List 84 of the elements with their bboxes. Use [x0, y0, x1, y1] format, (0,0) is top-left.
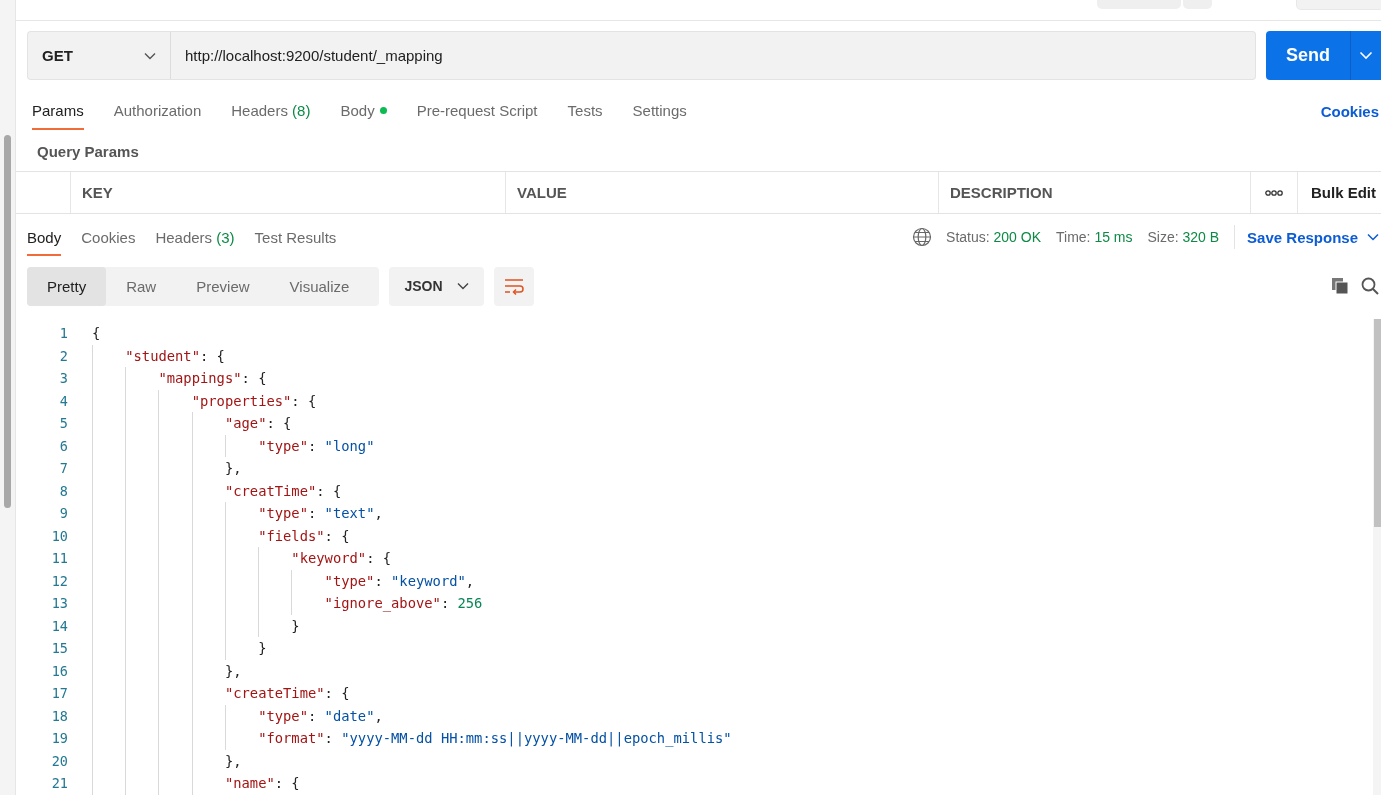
view-mode-tab[interactable]: Preview: [176, 266, 270, 306]
line-number: 5: [58, 415, 68, 432]
method-dropdown[interactable]: GET: [27, 31, 171, 80]
bulk-edit-button[interactable]: Bulk Edit: [1298, 184, 1376, 201]
code-line: "fields": {: [257, 527, 350, 544]
line-number: 7: [58, 460, 68, 477]
line-number: 18: [50, 707, 68, 724]
cookies-link[interactable]: Cookies: [1320, 102, 1379, 120]
response-tab[interactable]: Headers (3): [155, 218, 235, 256]
line-number: 8: [58, 482, 68, 499]
response-meta: Size: 320 B: [1147, 229, 1220, 245]
view-mode-tab[interactable]: Pretty: [27, 266, 107, 306]
caret-icon: [1359, 51, 1373, 60]
line-number: 12: [50, 572, 68, 589]
column-header: VALUE: [506, 172, 939, 213]
request-tab[interactable]: Settings: [632, 92, 687, 130]
request-tab[interactable]: Params: [32, 92, 84, 130]
line-number: 1: [58, 325, 68, 342]
request-tab[interactable]: Pre-request Script: [416, 92, 538, 130]
response-meta: Status: 200 OK: [946, 229, 1041, 245]
line-number: 3: [58, 370, 68, 387]
line-number: 17: [50, 685, 68, 702]
response-tab[interactable]: Body: [27, 218, 62, 256]
wrap-lines-button[interactable]: [494, 266, 534, 306]
code-line: "mappings": {: [157, 370, 267, 387]
line-number: 19: [50, 730, 68, 747]
response-tab[interactable]: Cookies: [81, 218, 136, 256]
code-line: }: [257, 640, 267, 657]
caret-icon: [456, 282, 469, 290]
save-response-button[interactable]: Save Response: [1247, 228, 1379, 246]
line-number: 14: [50, 617, 68, 634]
line-number: 2: [58, 347, 68, 364]
code-line: "name": {: [223, 775, 300, 792]
request-tab[interactable]: Tests: [567, 92, 603, 130]
line-number: 13: [50, 595, 68, 612]
line-number: 6: [58, 437, 68, 454]
code-line: },: [223, 460, 242, 477]
caret-icon: [144, 51, 156, 60]
response-tab[interactable]: Test Results: [254, 218, 337, 256]
code-line: "ignore_above": 256: [323, 595, 483, 612]
send-button[interactable]: Send: [1266, 31, 1350, 80]
code-line: {: [92, 325, 101, 342]
caret-icon: [1367, 233, 1379, 241]
section-title: Query Params: [36, 142, 140, 162]
line-number: 15: [50, 640, 68, 657]
scrollbar-thumb[interactable]: [1374, 319, 1381, 527]
line-number: 10: [50, 527, 68, 544]
view-mode-tab[interactable]: Visualize: [269, 266, 370, 306]
send-options-button[interactable]: [1350, 31, 1381, 80]
code-line: "type": "text",: [257, 505, 383, 522]
code-line: "type": "keyword",: [323, 572, 475, 589]
line-number: 4: [58, 392, 68, 409]
view-mode-tab[interactable]: Raw: [106, 266, 177, 306]
column-header: KEY: [71, 172, 506, 213]
code-line: },: [223, 752, 242, 769]
line-number: 9: [58, 505, 68, 522]
copy-icon[interactable]: [1331, 277, 1349, 295]
code-line: "properties": {: [190, 392, 317, 409]
url-field[interactable]: http://localhost:9200/student/_mapping: [171, 31, 1256, 80]
code-line: "type": "date",: [257, 707, 383, 724]
scrollbar-thumb[interactable]: [4, 135, 11, 508]
column-header: DESCRIPTION: [939, 172, 1251, 213]
code-line: "format": "yyyy-MM-dd HH:mm:ss||yyyy-MM-dd||epoch_millis": [257, 730, 732, 747]
code-line: }: [290, 617, 300, 634]
request-tab[interactable]: Headers (8): [231, 92, 311, 130]
code-line: "student": {: [124, 347, 225, 364]
request-tab[interactable]: Body: [340, 92, 387, 130]
line-number: 16: [50, 662, 68, 679]
globe-icon[interactable]: [912, 227, 933, 247]
code-line: },: [223, 662, 242, 679]
code-line: "age": {: [223, 415, 292, 432]
search-icon[interactable]: [1361, 277, 1379, 295]
wrap-icon: [503, 277, 525, 295]
code-line: "createTime": {: [223, 685, 350, 702]
line-number: 11: [50, 550, 68, 567]
response-meta: Time: 15 ms: [1056, 229, 1133, 245]
code-line: "type": "long": [257, 437, 375, 454]
code-line: "keyword": {: [290, 550, 392, 567]
line-number: 20: [50, 752, 68, 769]
code-line: "creatTime": {: [223, 482, 342, 499]
more-icon[interactable]: [1265, 189, 1283, 196]
line-number: 21: [50, 775, 68, 792]
format-dropdown[interactable]: JSON: [389, 266, 484, 306]
request-tab[interactable]: Authorization: [113, 92, 202, 130]
